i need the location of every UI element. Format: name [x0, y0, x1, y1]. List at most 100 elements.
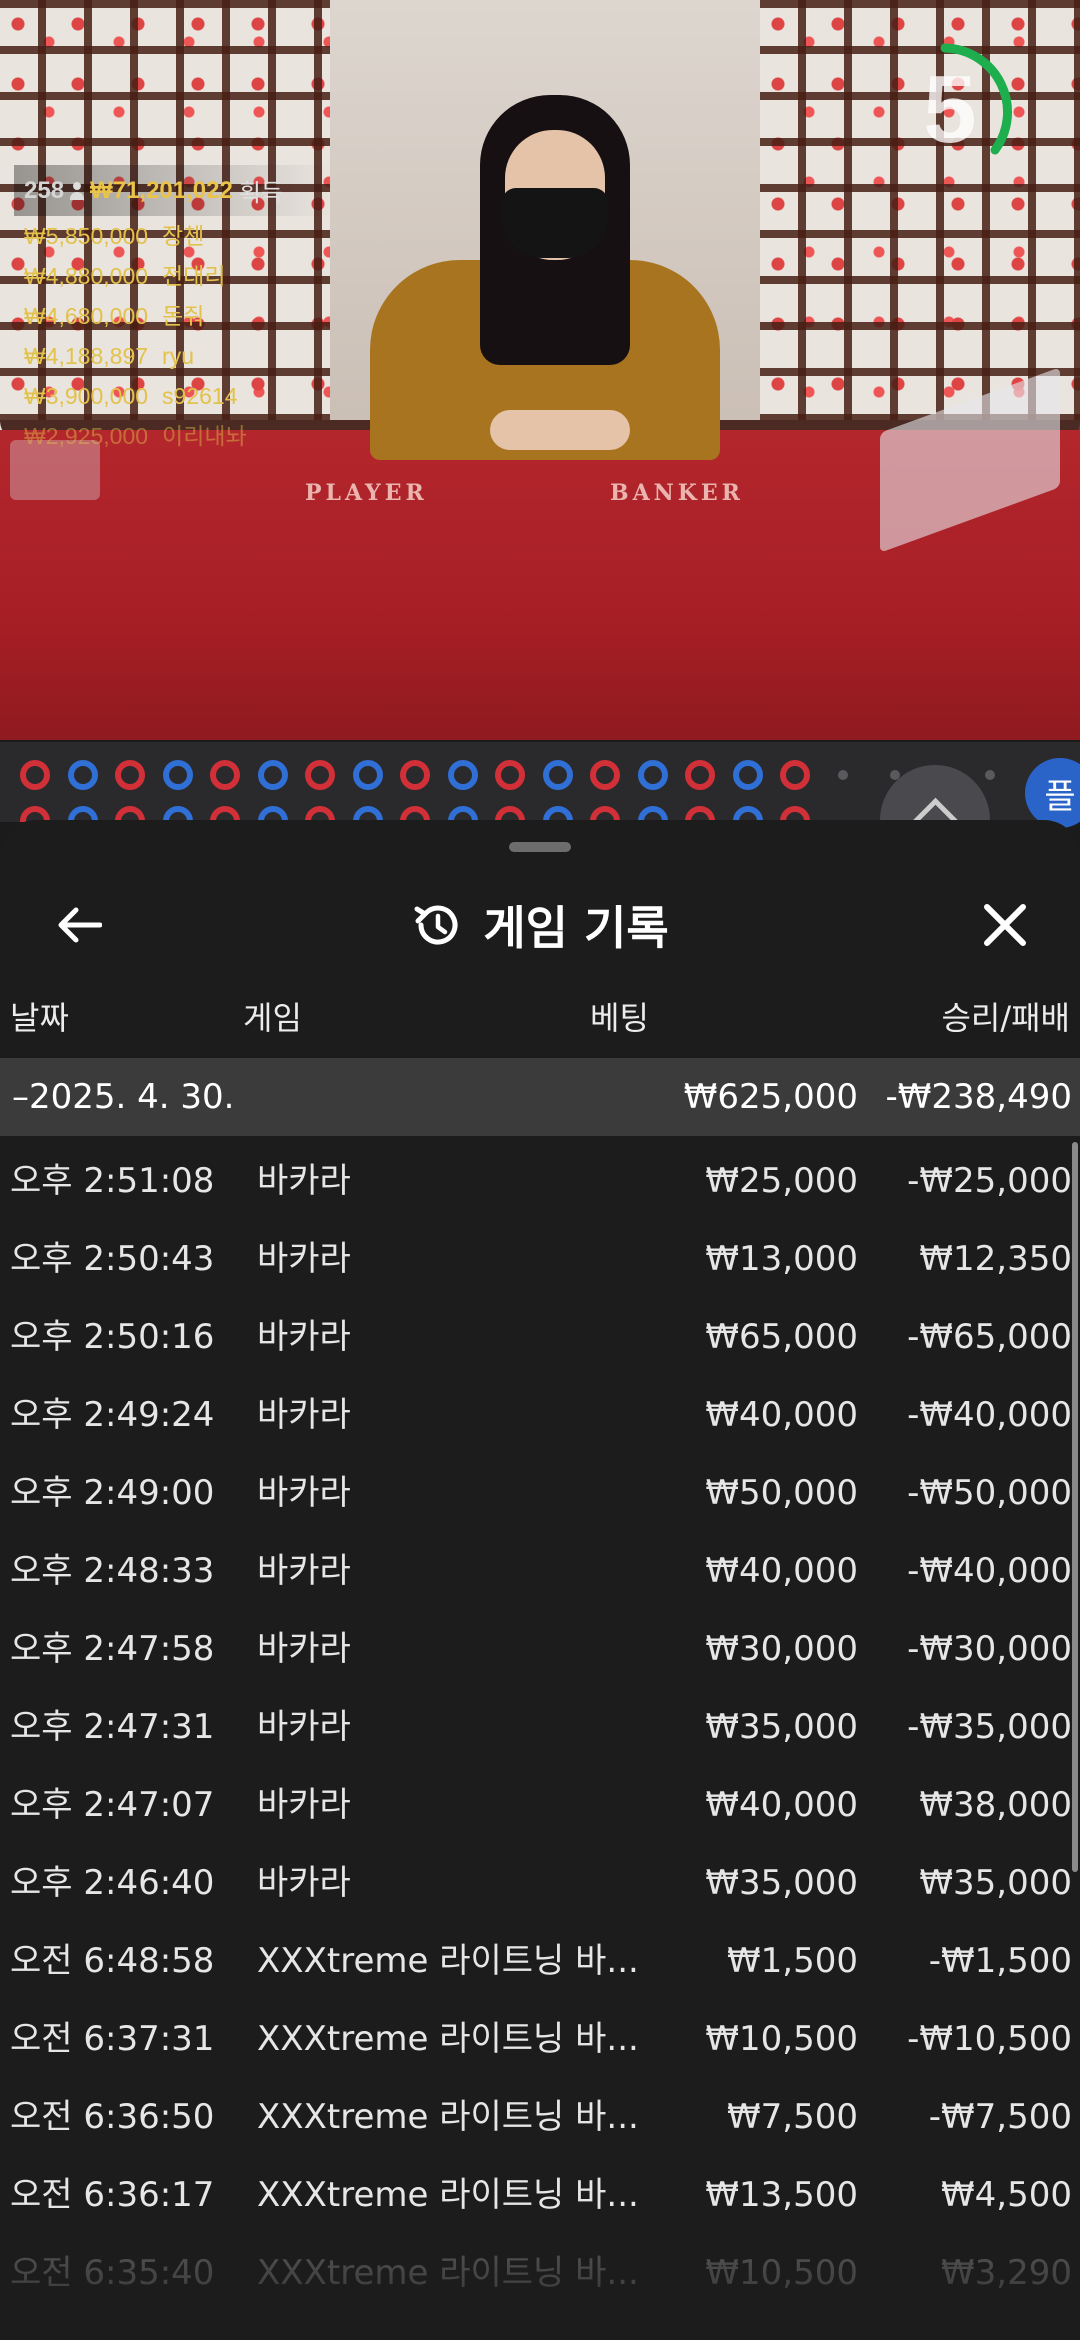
- history-row[interactable]: 오후 2:50:16 바카라 ₩65,000 -₩65,000: [0, 1298, 1072, 1376]
- date-group-bet: ₩625,000: [683, 1077, 858, 1117]
- row-game: 바카라: [257, 1161, 351, 1201]
- row-bet: ₩7,500: [727, 2097, 858, 2137]
- row-bet: ₩40,000: [705, 1395, 858, 1435]
- history-row[interactable]: 오후 2:50:43 바카라 ₩13,000 ₩12,350: [0, 1220, 1072, 1298]
- date-group-row[interactable]: –2025. 4. 30. ₩625,000 -₩238,490: [0, 1058, 1080, 1136]
- column-header-result: 승리/패배: [941, 999, 1070, 1037]
- row-time: 오후 2:47:07: [10, 1785, 215, 1825]
- history-row[interactable]: 오후 2:48:33 바카라 ₩40,000 -₩40,000: [0, 1532, 1072, 1610]
- row-game: 바카라: [257, 1785, 351, 1825]
- row-time: 오후 2:50:43: [10, 1239, 215, 1279]
- row-game: 바카라: [257, 1707, 351, 1747]
- history-row[interactable]: 오전 6:48:58 XXXtreme 라이트닝 바... ₩1,500 -₩1,50…: [0, 1922, 1072, 2000]
- winner-name: 전대리: [162, 263, 226, 289]
- history-row[interactable]: 오전 6:37:31 XXXtreme 라이트닝 바... ₩10,500 -₩10,…: [0, 2000, 1072, 2078]
- row-game: 바카라: [257, 1551, 351, 1591]
- dealer-mask: [502, 188, 608, 258]
- player-bead: [162, 760, 193, 790]
- history-row[interactable]: 오후 2:47:07 바카라 ₩40,000 ₩38,000: [0, 1766, 1072, 1844]
- winner-row: ₩5,850,000 장첸: [14, 216, 334, 256]
- row-time: 오전 6:48:58: [10, 1941, 215, 1981]
- history-row[interactable]: 오후 2:47:31 바카라 ₩35,000 -₩35,000: [0, 1688, 1072, 1766]
- row-game: 바카라: [257, 1239, 351, 1279]
- row-bet: ₩13,500: [705, 2175, 858, 2215]
- row-game: XXXtreme 라이트닝 바...: [257, 1941, 639, 1981]
- row-result: -₩50,000: [907, 1473, 1072, 1513]
- column-header-game: 게임: [243, 999, 302, 1037]
- row-time: 오후 2:49:00: [10, 1473, 215, 1513]
- history-row[interactable]: 오전 6:36:17 XXXtreme 라이트닝 바... ₩13,500 ₩4,50…: [0, 2156, 1072, 2234]
- row-bet: ₩35,000: [705, 1863, 858, 1903]
- row-bet: ₩10,500: [705, 2253, 858, 2293]
- history-row[interactable]: 오전 6:36:50 XXXtreme 라이트닝 바... ₩7,500 -₩7,50…: [0, 2078, 1072, 2156]
- row-bet: ₩40,000: [705, 1785, 858, 1825]
- countdown-timer: 5: [900, 40, 1040, 180]
- row-time: 오전 6:36:50: [10, 2097, 215, 2137]
- row-game: 바카라: [257, 1317, 351, 1357]
- winner-name: s92614: [162, 383, 238, 409]
- player-bead: [447, 760, 478, 790]
- winner-amount: ₩4,680,000: [24, 303, 149, 329]
- date-group-result: -₩238,490: [885, 1077, 1073, 1117]
- date-group-label: –2025. 4. 30.: [12, 1077, 235, 1117]
- column-header-date: 날짜: [10, 999, 69, 1037]
- row-time: 오후 2:48:33: [10, 1551, 215, 1591]
- winner-row: ₩2,925,000 이리내놔: [14, 416, 334, 456]
- row-result: -₩7,500: [928, 2097, 1072, 2137]
- player-bead: [67, 760, 98, 790]
- history-row[interactable]: 오후 2:51:08 바카라 ₩25,000 -₩25,000: [0, 1142, 1072, 1220]
- scrollbar[interactable]: [1072, 1142, 1078, 1872]
- row-game: 바카라: [257, 1629, 351, 1669]
- player-bead: [637, 760, 668, 790]
- close-button[interactable]: [970, 890, 1040, 960]
- row-result: -₩25,000: [907, 1161, 1072, 1201]
- history-row[interactable]: 오후 2:49:00 바카라 ₩50,000 -₩50,000: [0, 1454, 1072, 1532]
- row-result: -₩1,500: [928, 1941, 1072, 1981]
- history-row[interactable]: 오후 2:46:40 바카라 ₩35,000 ₩35,000: [0, 1844, 1072, 1922]
- history-icon: [414, 905, 458, 945]
- history-list: 오후 2:51:08 바카라 ₩25,000 -₩25,000 오후 2:50:43 바카…: [0, 1142, 1072, 2312]
- person-icon: [70, 181, 85, 200]
- row-game: XXXtreme 라이트닝 바...: [257, 2175, 639, 2215]
- row-bet: ₩13,000: [705, 1239, 858, 1279]
- history-row[interactable]: 오전 6:35:40 XXXtreme 라이트닝 바... ₩10,500 ₩3,29…: [0, 2234, 1072, 2312]
- row-result: ₩38,000: [919, 1785, 1072, 1825]
- empty-bead: [838, 770, 848, 780]
- player-bead: [257, 760, 288, 790]
- game-history-sheet: 게임 기록 날짜 게임 베팅 승리/패배 –2025. 4. 30. ₩625,…: [0, 820, 1080, 2340]
- row-result: ₩12,350: [919, 1239, 1072, 1279]
- history-row[interactable]: 오후 2:47:58 바카라 ₩30,000 -₩30,000: [0, 1610, 1072, 1688]
- winner-row: ₩4,680,000 돈줘: [14, 296, 334, 336]
- banker-bead: [115, 760, 145, 790]
- banker-bead: [305, 760, 335, 790]
- banker-bead: [20, 760, 50, 790]
- row-bet: ₩10,500: [705, 2019, 858, 2059]
- row-time: 오전 6:35:40: [10, 2253, 215, 2293]
- winner-amount: ₩4,880,000: [24, 263, 149, 289]
- winner-amount: ₩4,188,897: [24, 343, 149, 369]
- row-game: 바카라: [257, 1473, 351, 1513]
- row-result: -₩35,000: [907, 1707, 1072, 1747]
- winners-list: 258 ₩71,201,022 획득 ₩5,850,000 장첸 ₩4,880,0…: [14, 165, 334, 456]
- row-result: -₩30,000: [907, 1629, 1072, 1669]
- row-game: XXXtreme 라이트닝 바...: [257, 2019, 639, 2059]
- row-bet: ₩25,000: [705, 1161, 858, 1201]
- row-result: -₩40,000: [907, 1551, 1072, 1591]
- banker-bead: [495, 760, 525, 790]
- close-icon: [984, 904, 1026, 946]
- history-row[interactable]: 오후 2:49:24 바카라 ₩40,000 -₩40,000: [0, 1376, 1072, 1454]
- banker-bead: [685, 760, 715, 790]
- winner-name: 장첸: [162, 223, 205, 249]
- dealer-hands: [490, 410, 630, 450]
- winner-name: 돈줘: [162, 303, 205, 329]
- felt-player-label: PLAYER: [305, 480, 428, 506]
- banker-bead: [210, 760, 240, 790]
- winner-row: ₩4,880,000 전대리: [14, 256, 334, 296]
- row-bet: ₩50,000: [705, 1473, 858, 1513]
- row-bet: ₩40,000: [705, 1551, 858, 1591]
- row-result: ₩3,290: [941, 2253, 1072, 2293]
- drag-handle[interactable]: [509, 842, 571, 852]
- winner-name: ryu: [162, 343, 194, 369]
- row-result: ₩4,500: [941, 2175, 1072, 2215]
- player-bead: [732, 760, 763, 790]
